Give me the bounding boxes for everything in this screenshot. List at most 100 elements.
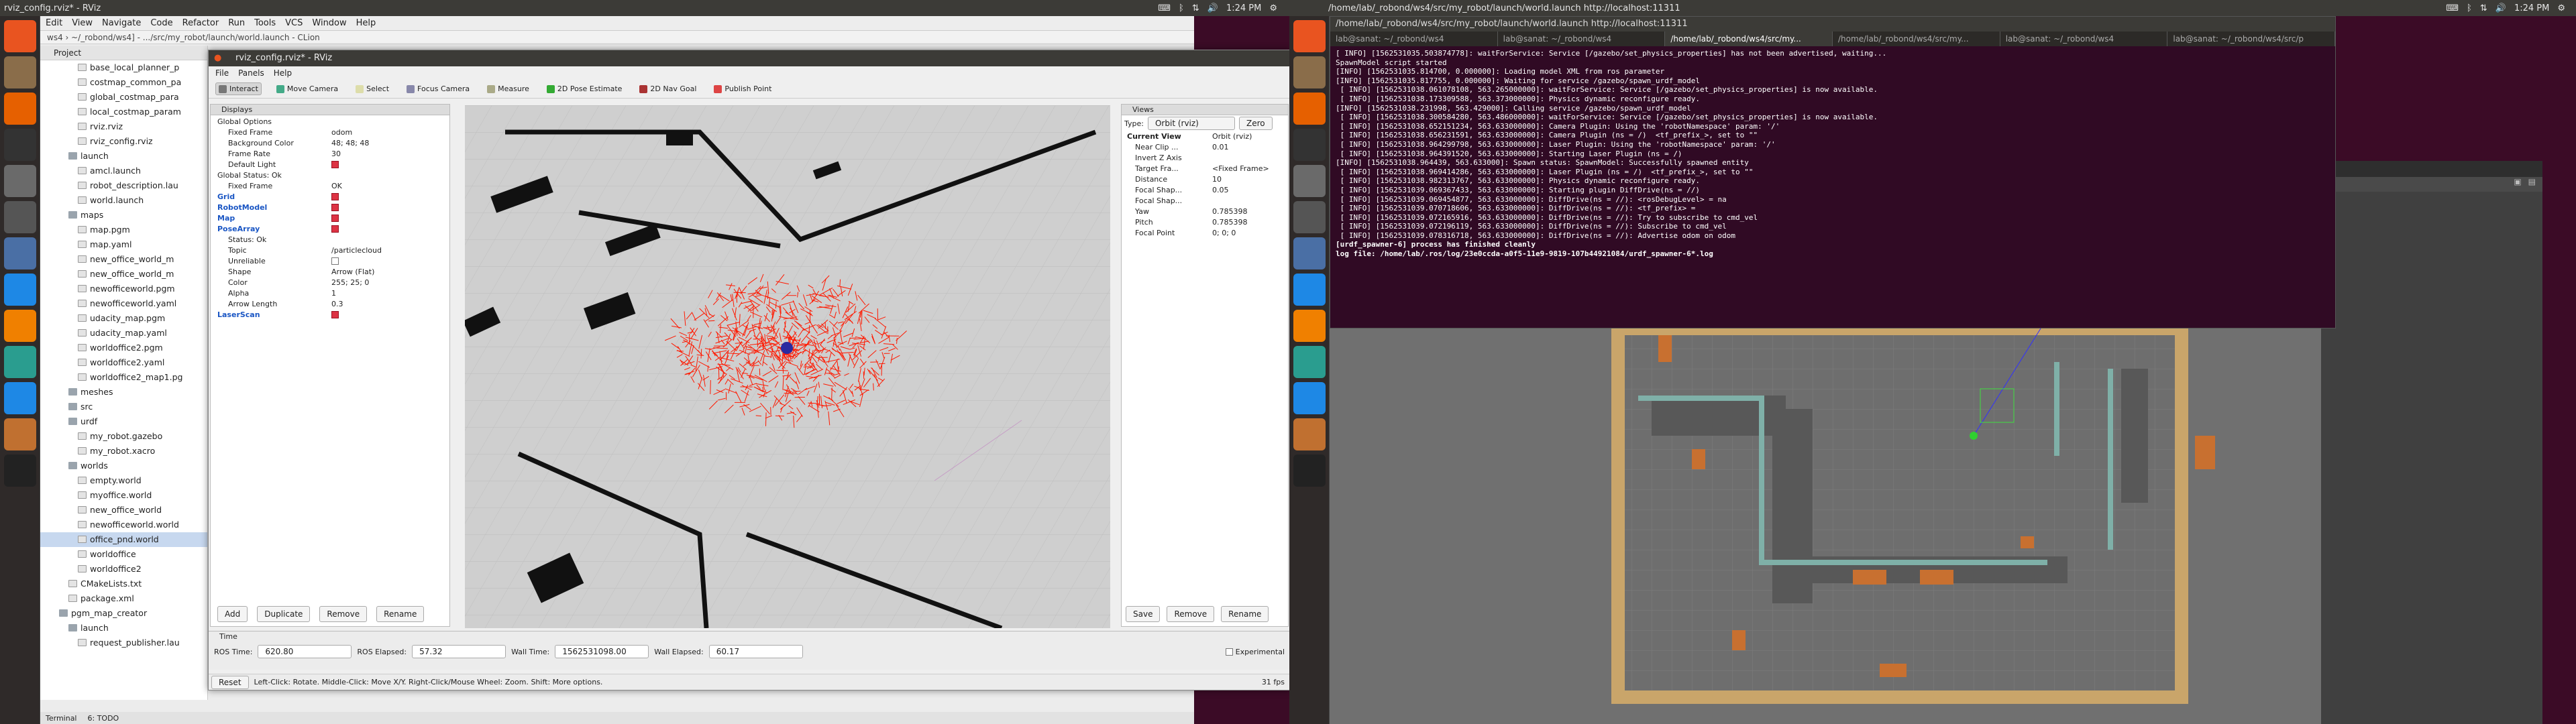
display-row[interactable]: Map (211, 213, 449, 224)
close-icon[interactable]: ● (214, 50, 221, 66)
julia-icon[interactable] (4, 201, 36, 233)
camera-icon[interactable]: ▣ (2514, 177, 2521, 192)
terminal-tab[interactable]: lab@sanat: ~/_robond/ws4/src/p (2167, 32, 2336, 46)
display-checkbox[interactable] (331, 215, 339, 222)
tree-item[interactable]: worldoffice2 (40, 562, 207, 577)
view-row[interactable]: Invert Z Axis (1122, 153, 1288, 164)
clock[interactable]: 1:24 PM (2514, 3, 2549, 13)
display-row[interactable]: Color 255; 25; 0 (211, 278, 449, 288)
experimental-checkbox[interactable]: Experimental (1225, 648, 1285, 656)
terminal-tab[interactable]: lab@sanat: ~/_robond/ws4 (1498, 32, 1666, 46)
tree-item[interactable]: new_office_world_m (40, 252, 207, 267)
tree-item[interactable]: rviz.rviz (40, 119, 207, 134)
rename-display-button[interactable]: Rename (376, 606, 425, 622)
text-editor-icon[interactable] (1293, 165, 1326, 197)
tree-item[interactable]: request_publisher.lau (40, 636, 207, 650)
bluetooth-icon[interactable]: ᛒ (1179, 3, 1184, 13)
tree-item[interactable]: new_office_world_m (40, 267, 207, 282)
menu-navigate[interactable]: Navigate (102, 18, 141, 28)
tree-item[interactable]: office_pnd.world (40, 532, 207, 547)
menu-code[interactable]: Code (150, 18, 172, 28)
bluetooth-icon[interactable]: ᛒ (2467, 3, 2472, 13)
terminal-tab[interactable]: /home/lab/_robond/ws4/src/my... (1833, 32, 2000, 46)
add-display-button[interactable]: Add (217, 606, 248, 622)
julia-icon[interactable] (1293, 201, 1326, 233)
clock[interactable]: 1:24 PM (1226, 3, 1261, 13)
display-row[interactable]: Fixed Frame odom (211, 127, 449, 138)
tree-item[interactable]: worldoffice2_map1.pg (40, 370, 207, 385)
settings-gear-icon[interactable]: ⚙ (2557, 3, 2565, 13)
menu-run[interactable]: Run (228, 18, 245, 28)
tree-item[interactable]: my_robot.xacro (40, 444, 207, 459)
tree-item[interactable]: global_costmap_para (40, 90, 207, 105)
tree-item[interactable]: newofficeworld.world (40, 518, 207, 532)
display-row[interactable]: Unreliable (211, 256, 449, 267)
gazebo-icon[interactable] (4, 418, 36, 450)
terminal-icon[interactable] (1293, 129, 1326, 161)
tree-item[interactable]: worldoffice (40, 547, 207, 562)
view-type-select[interactable]: Orbit (rviz) (1147, 117, 1235, 130)
project-header[interactable]: Project (40, 46, 207, 60)
view-row[interactable]: Current View Orbit (rviz) (1122, 131, 1288, 142)
display-row[interactable]: Topic/particlecloud (211, 245, 449, 256)
chrome-icon[interactable] (1293, 382, 1326, 414)
tree-item[interactable]: costmap_common_pa (40, 75, 207, 90)
vlc-icon[interactable] (4, 310, 36, 342)
menu-refactor[interactable]: Refactor (182, 18, 219, 28)
files-icon[interactable] (4, 56, 36, 88)
save-view-button[interactable]: Save (1126, 606, 1161, 622)
duplicate-display-button[interactable]: Duplicate (257, 606, 311, 622)
tree-item[interactable]: udacity_map.pgm (40, 311, 207, 326)
menu-tools[interactable]: Tools (254, 18, 276, 28)
chrome-icon[interactable] (4, 382, 36, 414)
wifi-icon[interactable]: ⇅ (1192, 3, 1199, 13)
chrome-icon[interactable] (1293, 274, 1326, 306)
tree-item[interactable]: worlds (40, 459, 207, 473)
display-row[interactable]: Frame Rate 30 (211, 149, 449, 160)
bottom-tab[interactable]: Terminal (46, 714, 77, 723)
text-editor-icon[interactable] (4, 165, 36, 197)
tool-publish-point[interactable]: Publish Point (711, 83, 774, 95)
tree-item[interactable]: urdf (40, 414, 207, 429)
tool-measure[interactable]: Measure (484, 83, 532, 95)
tree-item[interactable]: worldoffice2.yaml (40, 355, 207, 370)
menu-vcs[interactable]: VCS (285, 18, 303, 28)
settings-gear-icon[interactable]: ⚙ (1269, 3, 1277, 13)
clion-icon[interactable] (4, 455, 36, 487)
display-row[interactable]: Status: Ok (211, 235, 449, 245)
terminal-tab[interactable]: /home/lab/_robond/ws4/src/my... (1665, 32, 1833, 46)
view-row[interactable]: Yaw 0.785398 (1122, 206, 1288, 217)
tree-item[interactable]: empty.world (40, 473, 207, 488)
tree-item[interactable]: local_costmap_param (40, 105, 207, 119)
tree-item[interactable]: src (40, 400, 207, 414)
wifi-icon[interactable]: ⇅ (2480, 3, 2487, 13)
view-row[interactable]: Focal Point 0; 0; 0 (1122, 228, 1288, 239)
firefox-icon[interactable] (1293, 93, 1326, 125)
clion-icon[interactable] (1293, 455, 1326, 487)
tree-item[interactable]: new_office_world (40, 503, 207, 518)
3d-view[interactable] (465, 105, 1110, 628)
ubuntu-dash-icon[interactable] (1293, 20, 1326, 52)
gazebo-view[interactable] (1330, 328, 2336, 724)
display-row[interactable]: Global Options (211, 117, 449, 127)
vlc-icon[interactable] (1293, 310, 1326, 342)
menu-help[interactable]: Help (356, 18, 376, 28)
terminal-tab[interactable]: lab@sanat: ~/_robond/ws4 (2000, 32, 2168, 46)
tool-select[interactable]: Select (353, 83, 392, 95)
menu-edit[interactable]: Edit (46, 18, 62, 28)
display-row[interactable]: Global Status: Ok (211, 170, 449, 181)
bottom-tab[interactable]: 6: TODO (88, 714, 119, 723)
rviz-icon[interactable] (4, 237, 36, 269)
terminal-icon[interactable] (4, 129, 36, 161)
view-row[interactable]: Focal Shap... (1122, 196, 1288, 206)
remove-display-button[interactable]: Remove (319, 606, 368, 622)
record-icon[interactable]: ▤ (2528, 177, 2536, 192)
keyboard-icon[interactable]: ⌨ (1158, 3, 1171, 13)
chrome-icon[interactable] (4, 274, 36, 306)
tree-item[interactable]: map.yaml (40, 237, 207, 252)
display-row[interactable]: Fixed Frame OK (211, 181, 449, 192)
libreoffice-icon[interactable] (4, 346, 36, 378)
display-row[interactable]: Background Color 48; 48; 48 (211, 138, 449, 149)
tool-interact[interactable]: Interact (215, 82, 262, 95)
rviz-menu-panels[interactable]: Panels (238, 68, 264, 78)
